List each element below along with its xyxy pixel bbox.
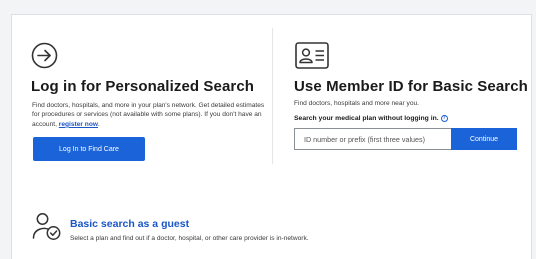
register-now-link[interactable]: register now: [59, 121, 98, 128]
guest-search-description: Select a plan and find out if a doctor, …: [70, 235, 309, 242]
person-check-icon: [32, 213, 61, 240]
column-divider: [272, 28, 273, 164]
register-suffix: .: [98, 120, 100, 128]
member-id-section-title: Use Member ID for Basic Search: [294, 78, 528, 95]
member-id-section-description: Find doctors, hospitals and more near yo…: [294, 100, 419, 107]
basic-search-guest-link[interactable]: Basic search as a guest: [70, 218, 189, 230]
search-label-text: Search your medical plan without logging…: [294, 115, 439, 122]
continue-button[interactable]: Continue: [451, 128, 517, 150]
login-to-find-care-button[interactable]: Log In to Find Care: [33, 137, 145, 161]
login-section-description: Find doctors, hospitals, and more in you…: [32, 101, 272, 129]
id-card-icon: [295, 42, 329, 69]
help-circle-icon[interactable]: ?: [440, 115, 448, 122]
member-id-input[interactable]: [294, 128, 452, 150]
login-section-title: Log in for Personalized Search: [31, 78, 255, 95]
sign-in-arrow-icon: [31, 42, 58, 69]
member-id-search-label: Search your medical plan without logging…: [294, 115, 448, 122]
